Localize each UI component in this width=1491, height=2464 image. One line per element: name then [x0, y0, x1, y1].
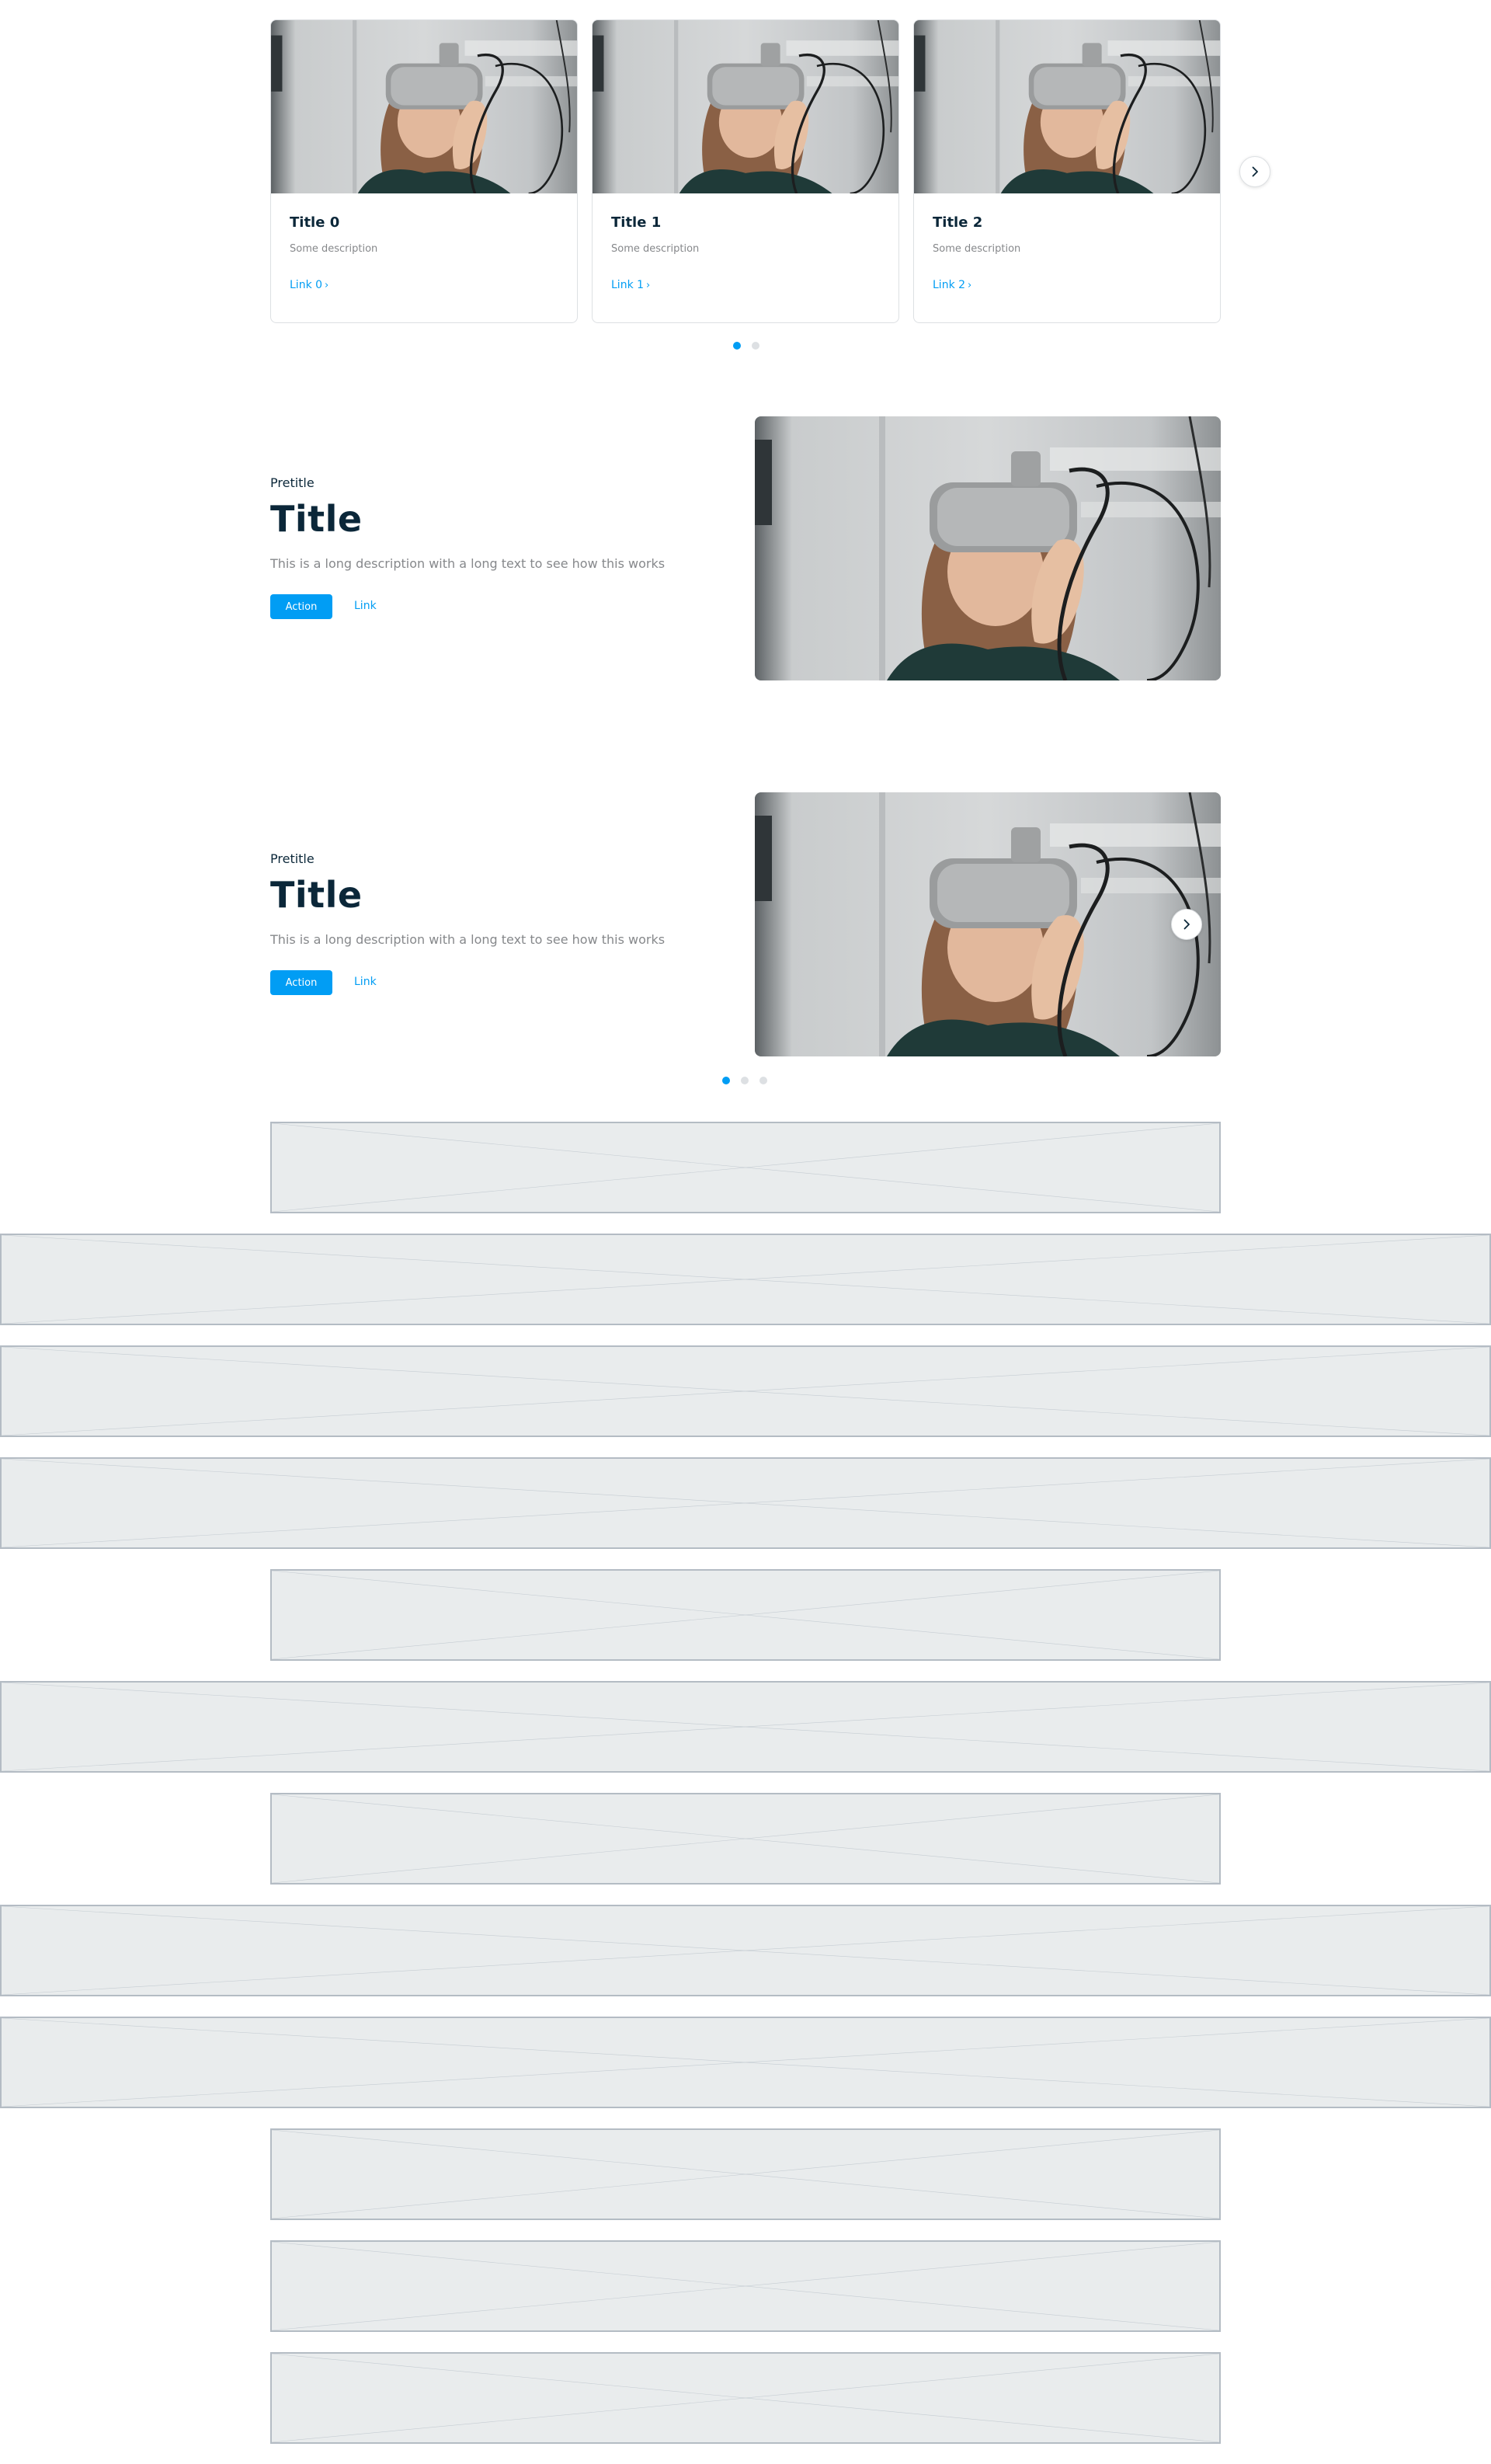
pagination-dot[interactable]	[741, 1077, 749, 1084]
chevron-right-icon	[1252, 166, 1258, 177]
hero-image	[755, 792, 1221, 1056]
card-title: Title 2	[933, 214, 983, 231]
card-image	[593, 20, 898, 193]
chevron-right-icon: ›	[325, 280, 329, 291]
card-link[interactable]: Link 1 ›	[611, 279, 650, 291]
slideshow-pagination	[722, 1077, 767, 1084]
hero-section: Pretitle Title This is a long descriptio…	[270, 416, 1221, 680]
image-placeholder	[0, 1905, 1491, 1996]
carousel-card: Title 2 Some description Link 2 ›	[913, 19, 1221, 323]
hero-description: This is a long description with a long t…	[270, 932, 666, 947]
image-placeholder	[0, 1345, 1491, 1437]
image-placeholder	[270, 1569, 1221, 1661]
card-link[interactable]: Link 2 ›	[933, 279, 971, 291]
image-placeholder	[270, 1122, 1221, 1213]
hero-slideshow: Pretitle Title This is a long descriptio…	[270, 792, 1221, 1084]
card-image	[271, 20, 577, 193]
pagination-dot[interactable]	[759, 1077, 767, 1084]
hero-image	[755, 416, 1221, 680]
carousel-pagination	[733, 342, 759, 350]
slideshow-next-button[interactable]	[1171, 909, 1202, 940]
image-placeholder	[0, 1457, 1491, 1549]
image-placeholder	[270, 2240, 1221, 2332]
carousel-next-button[interactable]	[1239, 156, 1270, 187]
image-placeholder	[270, 2352, 1221, 2444]
card-carousel: Title 0 Some description Link 0 › Title 1…	[270, 19, 1274, 353]
action-button[interactable]: Action	[270, 594, 332, 619]
pagination-dot-active[interactable]	[722, 1077, 730, 1084]
carousel-card: Title 0 Some description Link 0 ›	[270, 19, 578, 323]
hero-description: This is a long description with a long t…	[270, 556, 666, 571]
hero-pretitle: Pretitle	[270, 851, 315, 866]
image-placeholder	[0, 2017, 1491, 2108]
image-placeholder	[270, 2128, 1221, 2220]
card-link[interactable]: Link 0 ›	[290, 279, 328, 291]
hero-link[interactable]: Link	[354, 600, 377, 612]
card-title: Title 1	[611, 214, 662, 231]
card-description: Some description	[933, 243, 1021, 255]
card-description: Some description	[290, 243, 378, 255]
card-title: Title 0	[290, 214, 340, 231]
card-image	[914, 20, 1220, 193]
carousel-card: Title 1 Some description Link 1 ›	[592, 19, 899, 323]
chevron-right-icon: ›	[646, 280, 651, 291]
card-link-label: Link 0	[290, 279, 323, 291]
image-placeholder	[0, 1681, 1491, 1773]
chevron-right-icon	[1183, 919, 1190, 930]
card-link-label: Link 1	[611, 279, 645, 291]
hero-link[interactable]: Link	[354, 976, 377, 988]
action-button[interactable]: Action	[270, 970, 332, 995]
image-placeholder	[0, 1234, 1491, 1325]
pagination-dot[interactable]	[752, 342, 759, 350]
image-placeholder	[270, 1793, 1221, 1885]
chevron-right-icon: ›	[968, 280, 972, 291]
card-description: Some description	[611, 243, 700, 255]
hero-title: Title	[270, 874, 363, 916]
hero-pretitle: Pretitle	[270, 475, 315, 490]
pagination-dot-active[interactable]	[733, 342, 741, 350]
card-link-label: Link 2	[933, 279, 966, 291]
hero-title: Title	[270, 498, 363, 540]
